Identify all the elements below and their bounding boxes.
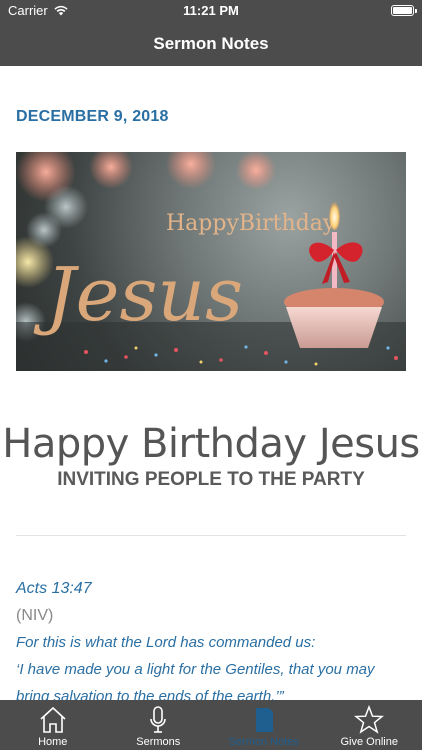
tab-sermons-label: Sermons xyxy=(136,736,181,748)
sermon-date: DECEMBER 9, 2018 xyxy=(16,108,169,125)
svg-text:HappyBirthday: HappyBirthday xyxy=(166,211,336,236)
scripture-line: For this is what the Lord has commanded … xyxy=(16,634,316,651)
tab-give-online[interactable]: Give Online xyxy=(317,700,422,750)
microphone-icon xyxy=(150,706,167,733)
scripture-line: ‘I have made you a light for the Gentile… xyxy=(16,661,375,678)
tab-sermons[interactable]: Sermons xyxy=(106,700,212,750)
battery-icon xyxy=(391,5,417,16)
star-icon xyxy=(354,705,385,734)
tab-give-online-label: Give Online xyxy=(340,736,398,748)
tab-home[interactable]: Home xyxy=(0,700,106,750)
scripture-reference-link[interactable]: Acts 13:47 xyxy=(16,580,92,598)
sermon-title: Happy Birthday Jesus xyxy=(2,421,420,467)
navigation-bar: Sermon Notes xyxy=(0,22,422,66)
svg-text:Jesus: Jesus xyxy=(33,252,243,338)
banner-artwork: HappyBirthday Jesus xyxy=(16,152,406,371)
notes-icon xyxy=(255,708,273,732)
tab-bar: Home Sermons Sermon Notes Give Online xyxy=(0,700,422,750)
sermon-content[interactable]: DECEMBER 9, 2018 HappyBirthday Jesus Hap… xyxy=(0,66,422,700)
tab-home-label: Home xyxy=(38,736,68,748)
tab-sermon-notes[interactable]: Sermon Notes xyxy=(211,700,317,750)
tab-sermon-notes-label: Sermon Notes xyxy=(228,736,299,748)
home-icon xyxy=(40,706,66,733)
section-divider xyxy=(16,535,406,536)
status-time: 11:21 PM xyxy=(183,3,239,18)
sermon-subtitle: INVITING PEOPLE TO THE PARTY xyxy=(57,469,365,490)
scripture-version: (NIV) xyxy=(16,607,54,624)
page-title: Sermon Notes xyxy=(153,34,269,53)
scripture-line: bring salvation to the ends of the earth… xyxy=(16,688,284,700)
status-bar: Carrier 11:21 PM xyxy=(0,0,422,22)
sermon-banner-image: HappyBirthday Jesus xyxy=(16,152,406,371)
